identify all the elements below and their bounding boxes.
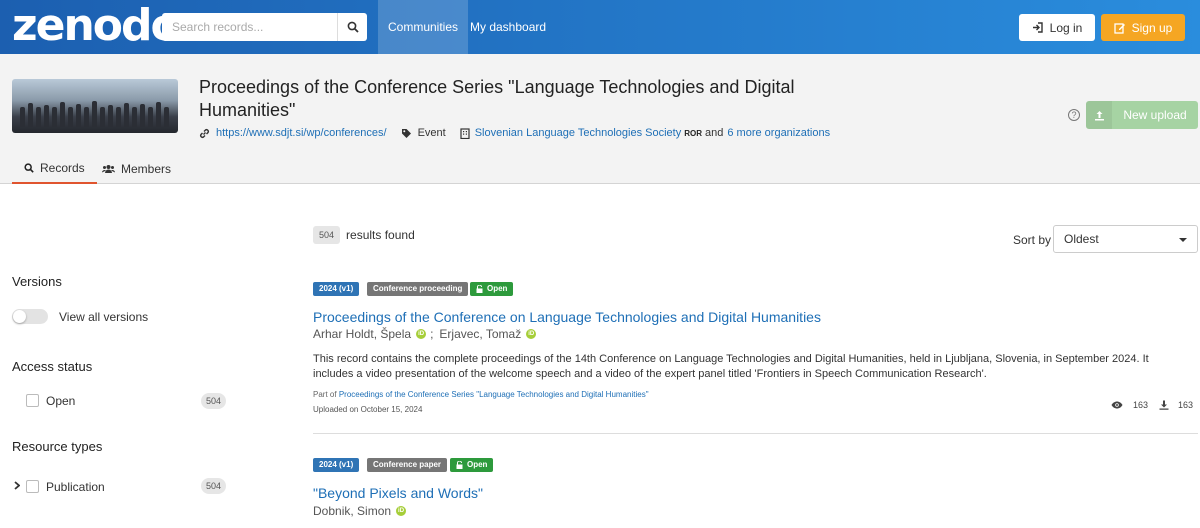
downloads-count: 163 xyxy=(1178,400,1194,410)
ror-icon[interactable]: ROR xyxy=(684,129,702,138)
unlock-icon xyxy=(476,285,483,293)
orcid-icon[interactable]: iD xyxy=(526,329,537,339)
search-icon xyxy=(24,163,34,173)
sort-by-label: Sort by xyxy=(1013,233,1052,247)
eye-icon xyxy=(1111,401,1123,409)
building-icon xyxy=(460,127,470,139)
upload-icon xyxy=(1086,101,1112,129)
record-authors: Dobnik, Simon iD xyxy=(313,504,410,518)
resource-publication-label: Publication xyxy=(46,480,105,494)
access-badge-label: Open xyxy=(487,284,508,293)
download-icon xyxy=(1159,400,1169,410)
resource-types-facet-title: Resource types xyxy=(12,439,103,454)
nav-my-dashboard[interactable]: My dashboard xyxy=(460,0,556,54)
search-icon xyxy=(347,21,359,33)
users-icon xyxy=(102,165,115,173)
resource-publication-checkbox[interactable] xyxy=(26,480,39,493)
login-label: Log in xyxy=(1049,20,1083,35)
versions-facet-title: Versions xyxy=(12,274,62,289)
record-downloads: 163 xyxy=(1159,400,1193,410)
record-divider xyxy=(313,433,1198,434)
orcid-icon[interactable]: iD xyxy=(416,329,427,339)
top-navbar: zenodo Communities My dashboard Log in S… xyxy=(0,0,1200,54)
view-all-versions-toggle[interactable] xyxy=(12,309,48,324)
community-meta: https://www.sdjt.si/wp/conferences/ Even… xyxy=(199,127,830,139)
access-open-checkbox[interactable] xyxy=(26,394,39,407)
results-found-label: results found xyxy=(346,228,415,242)
record-description: This record contains the complete procee… xyxy=(313,353,1149,380)
sign-in-icon xyxy=(1032,22,1043,33)
tab-records-label: Records xyxy=(40,161,85,175)
caret-down-icon xyxy=(1179,238,1187,242)
new-upload-button[interactable]: New upload xyxy=(1086,101,1198,129)
author-name[interactable]: Arhar Holdt, Špela xyxy=(313,327,411,341)
search-box xyxy=(162,13,367,41)
help-icon[interactable]: ? xyxy=(1068,109,1080,121)
edit-icon xyxy=(1113,22,1125,34)
resource-type-badge: Conference proceeding xyxy=(367,282,469,296)
version-badge: 2024 (v1) xyxy=(313,458,360,472)
organization-link[interactable]: Slovenian Language Technologies Society xyxy=(475,127,682,139)
part-of-label: Part of xyxy=(313,390,337,399)
unlock-icon xyxy=(456,461,463,469)
author-name[interactable]: Erjavec, Tomaž xyxy=(439,327,521,341)
version-badge: 2024 (v1) xyxy=(313,282,360,296)
orcid-icon[interactable]: iD xyxy=(396,506,407,516)
community-title: Proceedings of the Conference Series "La… xyxy=(199,77,795,120)
search-input[interactable] xyxy=(162,13,337,41)
access-open-count: 504 xyxy=(201,393,227,409)
zenodo-logo[interactable]: zenodo xyxy=(12,4,181,48)
results-count: 504 results found xyxy=(313,226,415,244)
signup-label: Sign up xyxy=(1131,20,1173,35)
results-count-number: 504 xyxy=(313,226,341,244)
community-logo-image xyxy=(12,79,178,133)
signup-button[interactable]: Sign up xyxy=(1101,14,1185,41)
search-button[interactable] xyxy=(337,13,367,41)
community-header: Proceedings of the Conference Series "La… xyxy=(0,54,1200,184)
community-website-link[interactable]: https://www.sdjt.si/wp/conferences/ xyxy=(216,127,387,139)
record-uploaded-date: Uploaded on October 15, 2024 xyxy=(313,405,423,414)
access-badge-label: Open xyxy=(467,460,488,469)
access-status-facet-title: Access status xyxy=(12,359,93,374)
views-count: 163 xyxy=(1133,400,1149,410)
record-views: 163 xyxy=(1111,400,1148,410)
author-name[interactable]: Dobnik, Simon xyxy=(313,504,391,518)
access-badge: Open xyxy=(470,282,514,296)
nav-communities[interactable]: Communities xyxy=(378,0,469,54)
part-of-community-link[interactable]: Proceedings of the Conference Series "La… xyxy=(339,390,649,399)
resource-type-badge: Conference paper xyxy=(367,458,448,472)
access-badge: Open xyxy=(450,458,494,472)
record-authors: Arhar Holdt, Špela iD ; Erjavec, Tomaž i… xyxy=(313,327,540,341)
tab-members[interactable]: Members xyxy=(102,154,171,184)
caret-right-icon[interactable] xyxy=(14,481,20,490)
sort-by-dropdown[interactable]: Oldest xyxy=(1053,225,1198,253)
link-icon xyxy=(200,128,209,138)
author-separator: ; xyxy=(430,327,434,341)
view-all-versions-label: View all versions xyxy=(59,310,149,324)
record-title-link[interactable]: "Beyond Pixels and Words" xyxy=(313,485,483,501)
tag-icon xyxy=(401,128,411,138)
more-organizations-link[interactable]: 6 more organizations xyxy=(727,127,830,139)
community-tabs: Records Members xyxy=(0,154,1200,184)
login-button[interactable]: Log in xyxy=(1019,14,1095,41)
tab-records[interactable]: Records xyxy=(12,154,97,184)
sort-by-value: Oldest xyxy=(1064,232,1099,246)
and-text: and xyxy=(705,127,724,139)
access-open-label: Open xyxy=(46,394,76,408)
record-part-of: Part of Proceedings of the Conference Se… xyxy=(313,390,649,399)
new-upload-label: New upload xyxy=(1123,108,1187,122)
record-title-link[interactable]: Proceedings of the Conference on Languag… xyxy=(313,309,821,325)
resource-publication-count: 504 xyxy=(201,478,227,494)
tab-members-label: Members xyxy=(121,162,172,176)
community-type: Event xyxy=(417,127,446,139)
